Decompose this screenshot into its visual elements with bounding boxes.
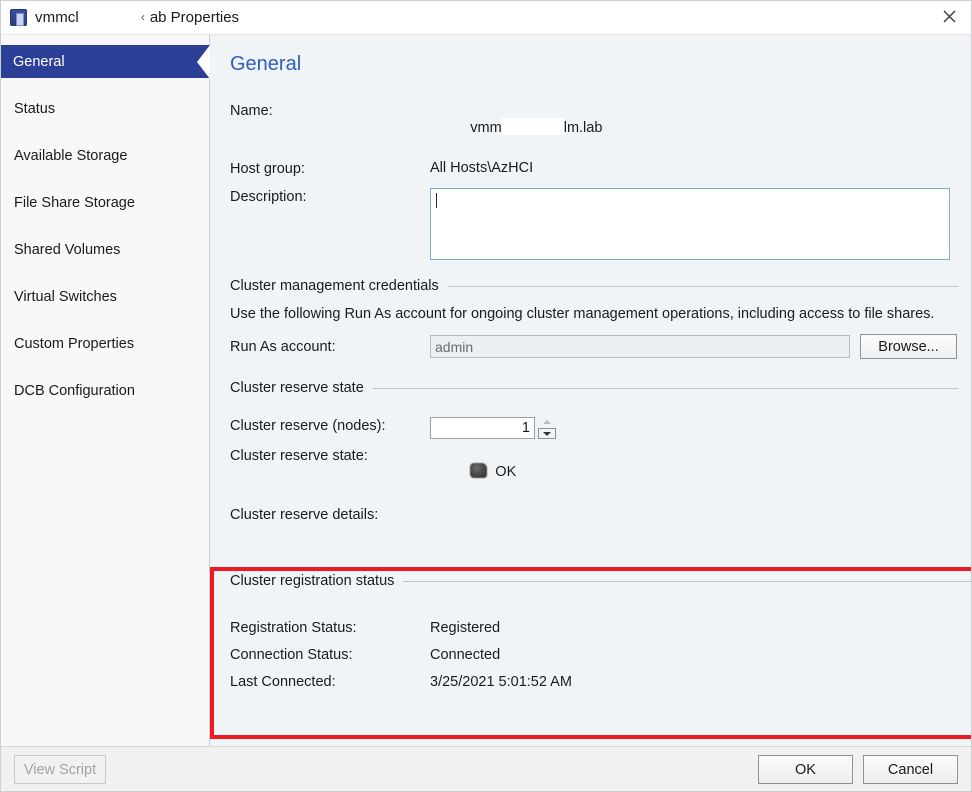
sidebar-item-label: DCB Configuration: [14, 383, 135, 399]
close-icon: [943, 10, 956, 23]
last-connected-row: Last Connected: 3/25/2021 5:01:52 AM: [230, 674, 972, 690]
window-title-suffix: ab Properties: [150, 9, 239, 26]
sidebar-item-label: File Share Storage: [14, 195, 135, 211]
title-bar: vmmcl ‹ ab Properties: [0, 0, 972, 34]
view-script-button[interactable]: View Script: [14, 755, 106, 784]
credentials-description: Use the following Run As account for ong…: [230, 305, 940, 324]
group-title: Cluster reserve state: [230, 380, 373, 396]
cluster-reserve-state-group-header: Cluster reserve state: [230, 380, 958, 396]
cancel-button[interactable]: Cancel: [863, 755, 958, 784]
general-panel: General Name: vmm lm.lab Host group: All …: [210, 35, 972, 746]
cluster-registration-status-section: Cluster registration status Registration…: [230, 573, 972, 701]
cluster-reserve-nodes-row: Cluster reserve (nodes):: [230, 417, 958, 439]
cluster-reserve-state-label: Cluster reserve state:: [230, 447, 430, 464]
group-divider: [403, 581, 972, 582]
sidebar-item-available-storage[interactable]: Available Storage: [0, 139, 209, 172]
host-group-value: All Hosts\AzHCI: [430, 160, 533, 176]
registration-status-row: Registration Status: Registered: [230, 620, 972, 636]
sidebar-item-status[interactable]: Status: [0, 92, 209, 125]
connection-status-value: Connected: [430, 647, 500, 663]
footer-action-buttons: OK Cancel: [758, 755, 958, 784]
dialog-footer: View Script OK Cancel: [0, 746, 972, 792]
dialog-body: General Status Available Storage File Sh…: [0, 34, 972, 746]
description-input[interactable]: [430, 188, 950, 260]
close-button[interactable]: [926, 0, 972, 33]
chevron-down-icon: [543, 432, 551, 436]
sidebar-item-label: General: [13, 54, 65, 70]
cluster-reserve-nodes-label: Cluster reserve (nodes):: [230, 417, 430, 434]
cluster-reserve-state-value: OK: [495, 464, 516, 480]
text-caret: [436, 193, 437, 208]
server-icon: [10, 9, 27, 26]
sidebar-nav: General Status Available Storage File Sh…: [0, 35, 210, 746]
last-connected-value: 3/25/2021 5:01:52 AM: [430, 674, 572, 690]
page-title: General: [230, 53, 958, 76]
cluster-state-icon: [470, 463, 487, 478]
redaction-box: [502, 118, 564, 135]
run-as-input[interactable]: [430, 335, 850, 358]
registration-status-label: Registration Status:: [230, 620, 430, 636]
run-as-row: Run As account: Browse...: [230, 334, 958, 359]
ok-button[interactable]: OK: [758, 755, 853, 784]
sidebar-item-general[interactable]: General: [0, 45, 210, 78]
last-connected-label: Last Connected:: [230, 674, 430, 690]
sidebar-item-file-share-storage[interactable]: File Share Storage: [0, 186, 209, 219]
registration-status-value: Registered: [430, 620, 500, 636]
sidebar-item-label: Shared Volumes: [14, 242, 120, 258]
properties-dialog: vmmcl ‹ ab Properties General Status Ava…: [0, 0, 972, 792]
group-title: Cluster management credentials: [230, 278, 448, 294]
cluster-reserve-nodes-stepper[interactable]: [430, 417, 556, 439]
cluster-reserve-state-row: Cluster reserve state: OK: [230, 447, 958, 496]
stepper-buttons: [538, 417, 556, 439]
name-value-prefix: vmm: [470, 120, 501, 136]
cluster-reserve-nodes-input[interactable]: [430, 417, 535, 439]
name-value: vmm lm.lab: [430, 102, 602, 152]
title-separator: ‹: [141, 10, 150, 24]
cluster-reserve-details-row: Cluster reserve details:: [230, 506, 958, 523]
connection-status-label: Connection Status:: [230, 647, 430, 663]
window-title-prefix: vmmcl: [35, 9, 79, 26]
sidebar-item-custom-properties[interactable]: Custom Properties: [0, 327, 209, 360]
host-group-label: Host group:: [230, 160, 430, 177]
name-row: Name: vmm lm.lab: [230, 102, 958, 152]
cluster-reserve-state-value-wrap: OK: [430, 447, 516, 496]
name-value-suffix: lm.lab: [564, 120, 603, 136]
sidebar-item-label: Virtual Switches: [14, 289, 117, 305]
connection-status-row: Connection Status: Connected: [230, 647, 972, 663]
sidebar-item-label: Available Storage: [14, 148, 127, 164]
description-row: Description:: [230, 188, 958, 260]
sidebar-item-label: Status: [14, 101, 55, 117]
description-label: Description:: [230, 188, 430, 205]
group-divider: [448, 286, 958, 287]
stepper-up-button[interactable]: [538, 417, 556, 427]
name-label: Name:: [230, 102, 430, 119]
group-divider: [373, 388, 958, 389]
cluster-registration-status-group-header: Cluster registration status: [230, 573, 972, 589]
run-as-label: Run As account:: [230, 338, 430, 355]
sidebar-item-dcb-configuration[interactable]: DCB Configuration: [0, 374, 209, 407]
chevron-up-icon: [543, 420, 551, 424]
stepper-down-button[interactable]: [538, 428, 556, 439]
group-title: Cluster registration status: [230, 573, 403, 589]
sidebar-item-shared-volumes[interactable]: Shared Volumes: [0, 233, 209, 266]
sidebar-item-label: Custom Properties: [14, 336, 134, 352]
browse-button[interactable]: Browse...: [860, 334, 957, 359]
host-group-row: Host group: All Hosts\AzHCI: [230, 160, 958, 177]
sidebar-item-virtual-switches[interactable]: Virtual Switches: [0, 280, 209, 313]
cluster-reserve-details-label: Cluster reserve details:: [230, 506, 430, 523]
cluster-management-credentials-group-header: Cluster management credentials: [230, 278, 958, 294]
